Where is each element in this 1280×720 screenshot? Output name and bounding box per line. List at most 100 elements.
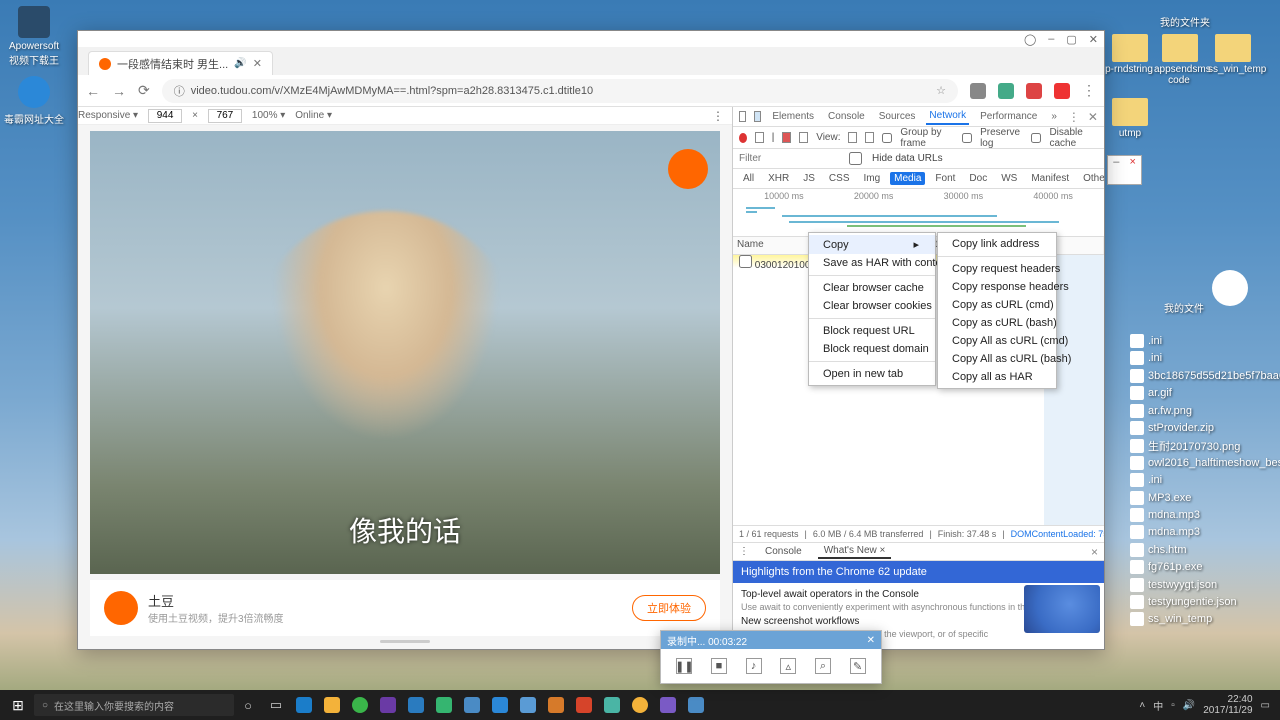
desktop-file[interactable]: testwyygt.json: [1130, 578, 1217, 592]
window-close[interactable]: ✕: [1089, 33, 1098, 46]
taskbar-app-explorer[interactable]: [319, 693, 345, 717]
desktop-file[interactable]: ar.gif: [1130, 386, 1172, 400]
drawer-tab-console[interactable]: Console: [759, 545, 808, 558]
desktop-file[interactable]: mdna.mp3: [1130, 508, 1200, 522]
tab-performance[interactable]: Performance: [977, 109, 1040, 124]
filter-type-other[interactable]: Other: [1079, 172, 1104, 185]
video-player[interactable]: 像我的话: [90, 131, 720, 574]
drag-handle[interactable]: [380, 640, 430, 643]
filter-type-media[interactable]: Media: [890, 172, 925, 185]
desktop-file[interactable]: 3bc18675d55d21be5f7baa6c...: [1130, 369, 1280, 383]
tab-network[interactable]: Network: [926, 108, 969, 125]
filter-type-font[interactable]: Font: [931, 172, 959, 185]
devtools-menu-icon[interactable]: ⋮: [1068, 110, 1080, 124]
device-height-input[interactable]: [208, 109, 242, 123]
tab-close-icon[interactable]: ✕: [253, 57, 262, 70]
menu-icon[interactable]: ⋮: [1082, 82, 1096, 99]
recorder-close-icon[interactable]: ✕: [867, 635, 875, 646]
view-large-icon[interactable]: [865, 132, 874, 143]
window-maximize[interactable]: ▢: [1066, 33, 1076, 46]
device-mode-select[interactable]: Responsive ▾: [78, 110, 138, 121]
taskbar-app-15[interactable]: [683, 693, 709, 717]
account-icon[interactable]: ◯: [1024, 33, 1036, 46]
tab-sources[interactable]: Sources: [876, 109, 919, 124]
menu-item-copy-all-curl-cmd[interactable]: Copy All as cURL (cmd): [938, 332, 1056, 350]
disable-cache-checkbox[interactable]: [1031, 133, 1041, 143]
extension-icon-4[interactable]: [1054, 83, 1070, 99]
reload-button[interactable]: ⟳: [138, 82, 150, 99]
desktop-file[interactable]: .ini: [1130, 351, 1162, 365]
back-button[interactable]: ←: [86, 83, 100, 99]
xunlei-icon[interactable]: [1212, 270, 1248, 306]
menu-item-clear-cache[interactable]: Clear browser cache: [809, 279, 935, 297]
tab-video[interactable]: 一段感情结束时 男生... 🔊 ✕: [88, 51, 273, 75]
tray-network-icon[interactable]: ▫: [1171, 700, 1175, 711]
device-zoom-select[interactable]: 100% ▾: [252, 110, 285, 121]
filter-type-manifest[interactable]: Manifest: [1027, 172, 1073, 185]
desktop-file[interactable]: MP3.exe: [1130, 491, 1191, 505]
menu-item-clear-cookies[interactable]: Clear browser cookies: [809, 297, 935, 315]
filter-type-doc[interactable]: Doc: [965, 172, 991, 185]
taskbar-app-12[interactable]: [599, 693, 625, 717]
forward-button[interactable]: →: [112, 83, 126, 99]
desktop-file[interactable]: testyungentie.json: [1130, 595, 1237, 609]
taskview-icon[interactable]: ▭: [263, 693, 289, 717]
cta-button[interactable]: 立即体验: [632, 595, 706, 621]
device-toggle-icon[interactable]: [754, 111, 761, 122]
desktop-file[interactable]: owl2016_halftimeshow_bestp...: [1130, 456, 1280, 470]
desktop-file[interactable]: mdna.mp3: [1130, 525, 1200, 539]
menu-item-block-url[interactable]: Block request URL: [809, 322, 935, 340]
taskbar-app-10[interactable]: [543, 693, 569, 717]
taskbar-app-11[interactable]: [571, 693, 597, 717]
filter-type-xhr[interactable]: XHR: [764, 172, 793, 185]
folder-icon-4[interactable]: [1112, 98, 1148, 126]
extension-icon-3[interactable]: [1026, 83, 1042, 99]
menu-item-block-domain[interactable]: Block request domain: [809, 340, 935, 358]
window-minimize[interactable]: –: [1048, 33, 1054, 45]
device-menu-icon[interactable]: ⋮: [712, 109, 724, 123]
tudou-logo-icon[interactable]: [104, 591, 138, 625]
filter-type-css[interactable]: CSS: [825, 172, 854, 185]
taskbar-app-7[interactable]: [459, 693, 485, 717]
recorder-draw-icon[interactable]: ✎: [850, 658, 866, 674]
recorder-stop-button[interactable]: ■: [711, 658, 727, 674]
cortana-icon[interactable]: ○: [235, 693, 261, 717]
tab-elements[interactable]: Elements: [769, 109, 817, 124]
menu-item-save-har[interactable]: Save as HAR with content: [809, 254, 935, 272]
menu-item-copy-curl-cmd[interactable]: Copy as cURL (cmd): [938, 296, 1056, 314]
tray-lang[interactable]: 中: [1153, 698, 1163, 713]
drawer-tab-close-icon[interactable]: ×: [880, 545, 886, 556]
menu-item-copy-res-headers[interactable]: Copy response headers: [938, 278, 1056, 296]
taskbar-app-14[interactable]: [655, 693, 681, 717]
taskbar-app-chrome[interactable]: [627, 693, 653, 717]
desktop-icon-apowersoft[interactable]: Apowersoft 视频下载王: [4, 6, 64, 67]
taskbar-app-4[interactable]: [375, 693, 401, 717]
hide-data-urls-checkbox[interactable]: [849, 152, 862, 165]
menu-item-copy-all-curl-bash[interactable]: Copy All as cURL (bash): [938, 350, 1056, 368]
recorder-camera-icon[interactable]: ⌕: [815, 658, 831, 674]
recorder-titlebar[interactable]: 录制中... 00:03:22 ✕: [661, 631, 881, 649]
tray-volume-icon[interactable]: 🔊: [1183, 700, 1195, 711]
devtools-close-icon[interactable]: ✕: [1088, 110, 1098, 124]
view-list-icon[interactable]: [848, 132, 857, 143]
taskbar-app-edge[interactable]: [291, 693, 317, 717]
group-by-frame-checkbox[interactable]: [882, 133, 892, 143]
desktop-file[interactable]: fg761p.exe: [1130, 560, 1202, 574]
tab-console[interactable]: Console: [825, 109, 868, 124]
desktop-file[interactable]: .ini: [1130, 473, 1162, 487]
desktop-file[interactable]: .ini: [1130, 334, 1162, 348]
desktop-file[interactable]: 生耐20170730.png: [1130, 438, 1240, 454]
desktop-file[interactable]: chs.htm: [1130, 543, 1187, 557]
extra-window-min[interactable]: –: [1108, 156, 1125, 184]
drawer-close-icon[interactable]: ×: [1091, 545, 1098, 559]
folder-icon-3[interactable]: [1215, 34, 1251, 62]
recorder-audio-icon[interactable]: ♪: [746, 658, 762, 674]
filter-type-img[interactable]: Img: [859, 172, 884, 185]
drawer-tab-whatsnew[interactable]: What's New ×: [818, 544, 892, 559]
filter-type-js[interactable]: JS: [799, 172, 819, 185]
filter-icon[interactable]: [782, 132, 791, 143]
start-button[interactable]: ⊞: [4, 693, 32, 717]
notifications-icon[interactable]: ▭: [1261, 700, 1270, 711]
desktop-icon-ie[interactable]: 毒霸网址大全: [4, 76, 64, 126]
search-icon[interactable]: [799, 132, 808, 143]
